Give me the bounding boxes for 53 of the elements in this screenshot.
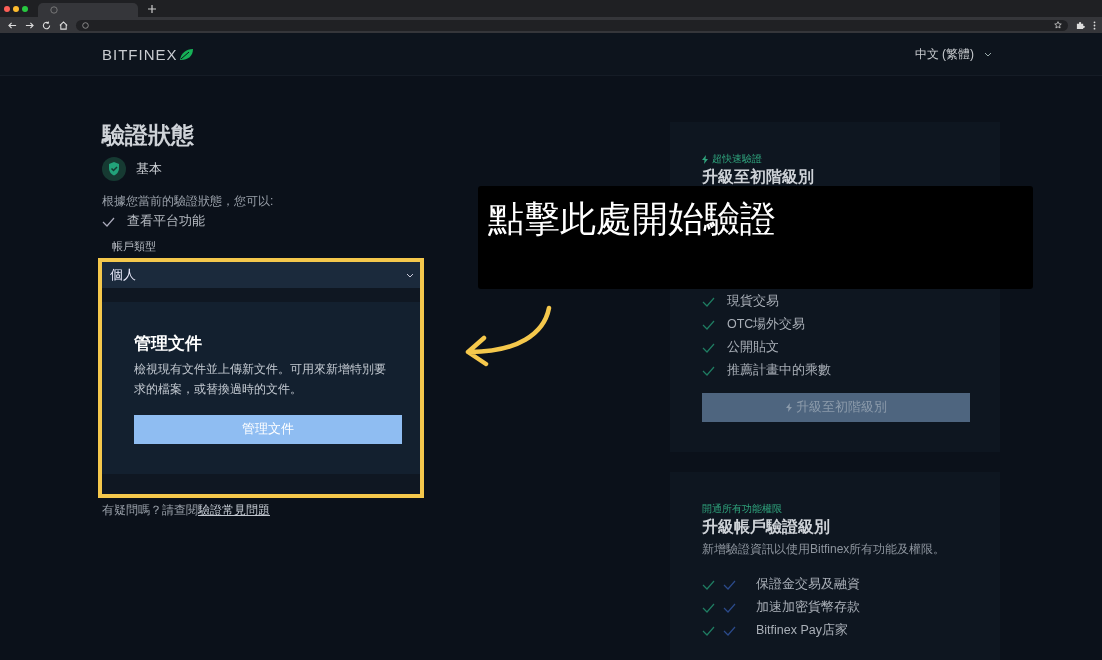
language-selector[interactable]: 中文 (繁體) bbox=[914, 45, 992, 63]
reload-icon[interactable] bbox=[42, 20, 51, 30]
check-icon bbox=[723, 602, 736, 613]
faq-link[interactable]: 驗證常見問題 bbox=[198, 503, 270, 517]
card-title: 升級帳戶驗證級別 bbox=[702, 517, 831, 537]
card-description: 檢視現有文件並上傳新文件。可用來新增特別要求的檔案，或替換過時的文件。 bbox=[134, 361, 387, 398]
menu-icon[interactable] bbox=[1093, 20, 1096, 30]
feature-text: OTC場外交易 bbox=[727, 316, 806, 333]
card-title: 管理文件 bbox=[134, 333, 203, 355]
back-icon[interactable] bbox=[8, 20, 17, 30]
globe-icon bbox=[82, 21, 89, 29]
globe-icon bbox=[50, 6, 58, 14]
check-icon bbox=[702, 625, 715, 636]
star-icon[interactable] bbox=[1054, 21, 1062, 29]
leaf-icon bbox=[178, 47, 194, 61]
new-tab-icon[interactable] bbox=[148, 4, 156, 13]
check-icon bbox=[702, 579, 715, 590]
level-label: 基本 bbox=[136, 160, 162, 178]
card-tag: 開通所有功能權限 bbox=[702, 502, 782, 516]
page-title: 驗證狀態 bbox=[102, 121, 195, 150]
check-icon bbox=[702, 602, 715, 613]
feature-text: 保證金交易及融資 bbox=[756, 576, 860, 593]
callout-text: 點擊此處開始驗證 bbox=[488, 198, 776, 239]
feature-text: 推薦計畫中的乘數 bbox=[727, 362, 831, 379]
caret-icon bbox=[406, 272, 414, 278]
check-icon bbox=[702, 365, 715, 376]
caret-icon bbox=[984, 51, 992, 57]
feature-text: 現貨交易 bbox=[727, 293, 779, 310]
feature-text: 加速加密貨幣存款 bbox=[756, 599, 860, 616]
account-type-dropdown[interactable]: 個人 bbox=[102, 262, 420, 288]
forward-icon[interactable] bbox=[25, 20, 34, 30]
help-text: 有疑問嗎？請查閱驗證常見問題 bbox=[102, 502, 271, 519]
card-tag: 超快速驗證 bbox=[712, 152, 762, 166]
check-icon bbox=[723, 579, 736, 590]
puzzle-icon[interactable] bbox=[1076, 20, 1085, 30]
field-label: 帳戶類型 bbox=[112, 239, 157, 254]
card-title: 升級至初階級別 bbox=[702, 167, 815, 187]
bolt-icon bbox=[785, 403, 792, 412]
window-controls-icon[interactable] bbox=[4, 5, 28, 12]
bolt-icon bbox=[702, 154, 708, 164]
card-description: 新增驗證資訊以使用Bitfinex所有功能及權限。 bbox=[702, 541, 947, 558]
feature-text: 公開貼文 bbox=[727, 339, 779, 356]
check-icon bbox=[702, 296, 715, 307]
check-icon bbox=[702, 342, 715, 353]
logo-text[interactable]: BITFINEX bbox=[102, 45, 178, 63]
shield-check-icon bbox=[102, 157, 126, 181]
check-icon bbox=[702, 319, 715, 330]
check-icon bbox=[102, 216, 115, 227]
home-icon[interactable] bbox=[59, 20, 68, 30]
feature-text: Bitfinex Pay店家 bbox=[756, 622, 848, 639]
check-icon bbox=[723, 625, 736, 636]
feature-text: 查看平台功能 bbox=[127, 213, 205, 230]
intro-text: 根據您當前的驗證狀態，您可以: bbox=[102, 193, 275, 210]
